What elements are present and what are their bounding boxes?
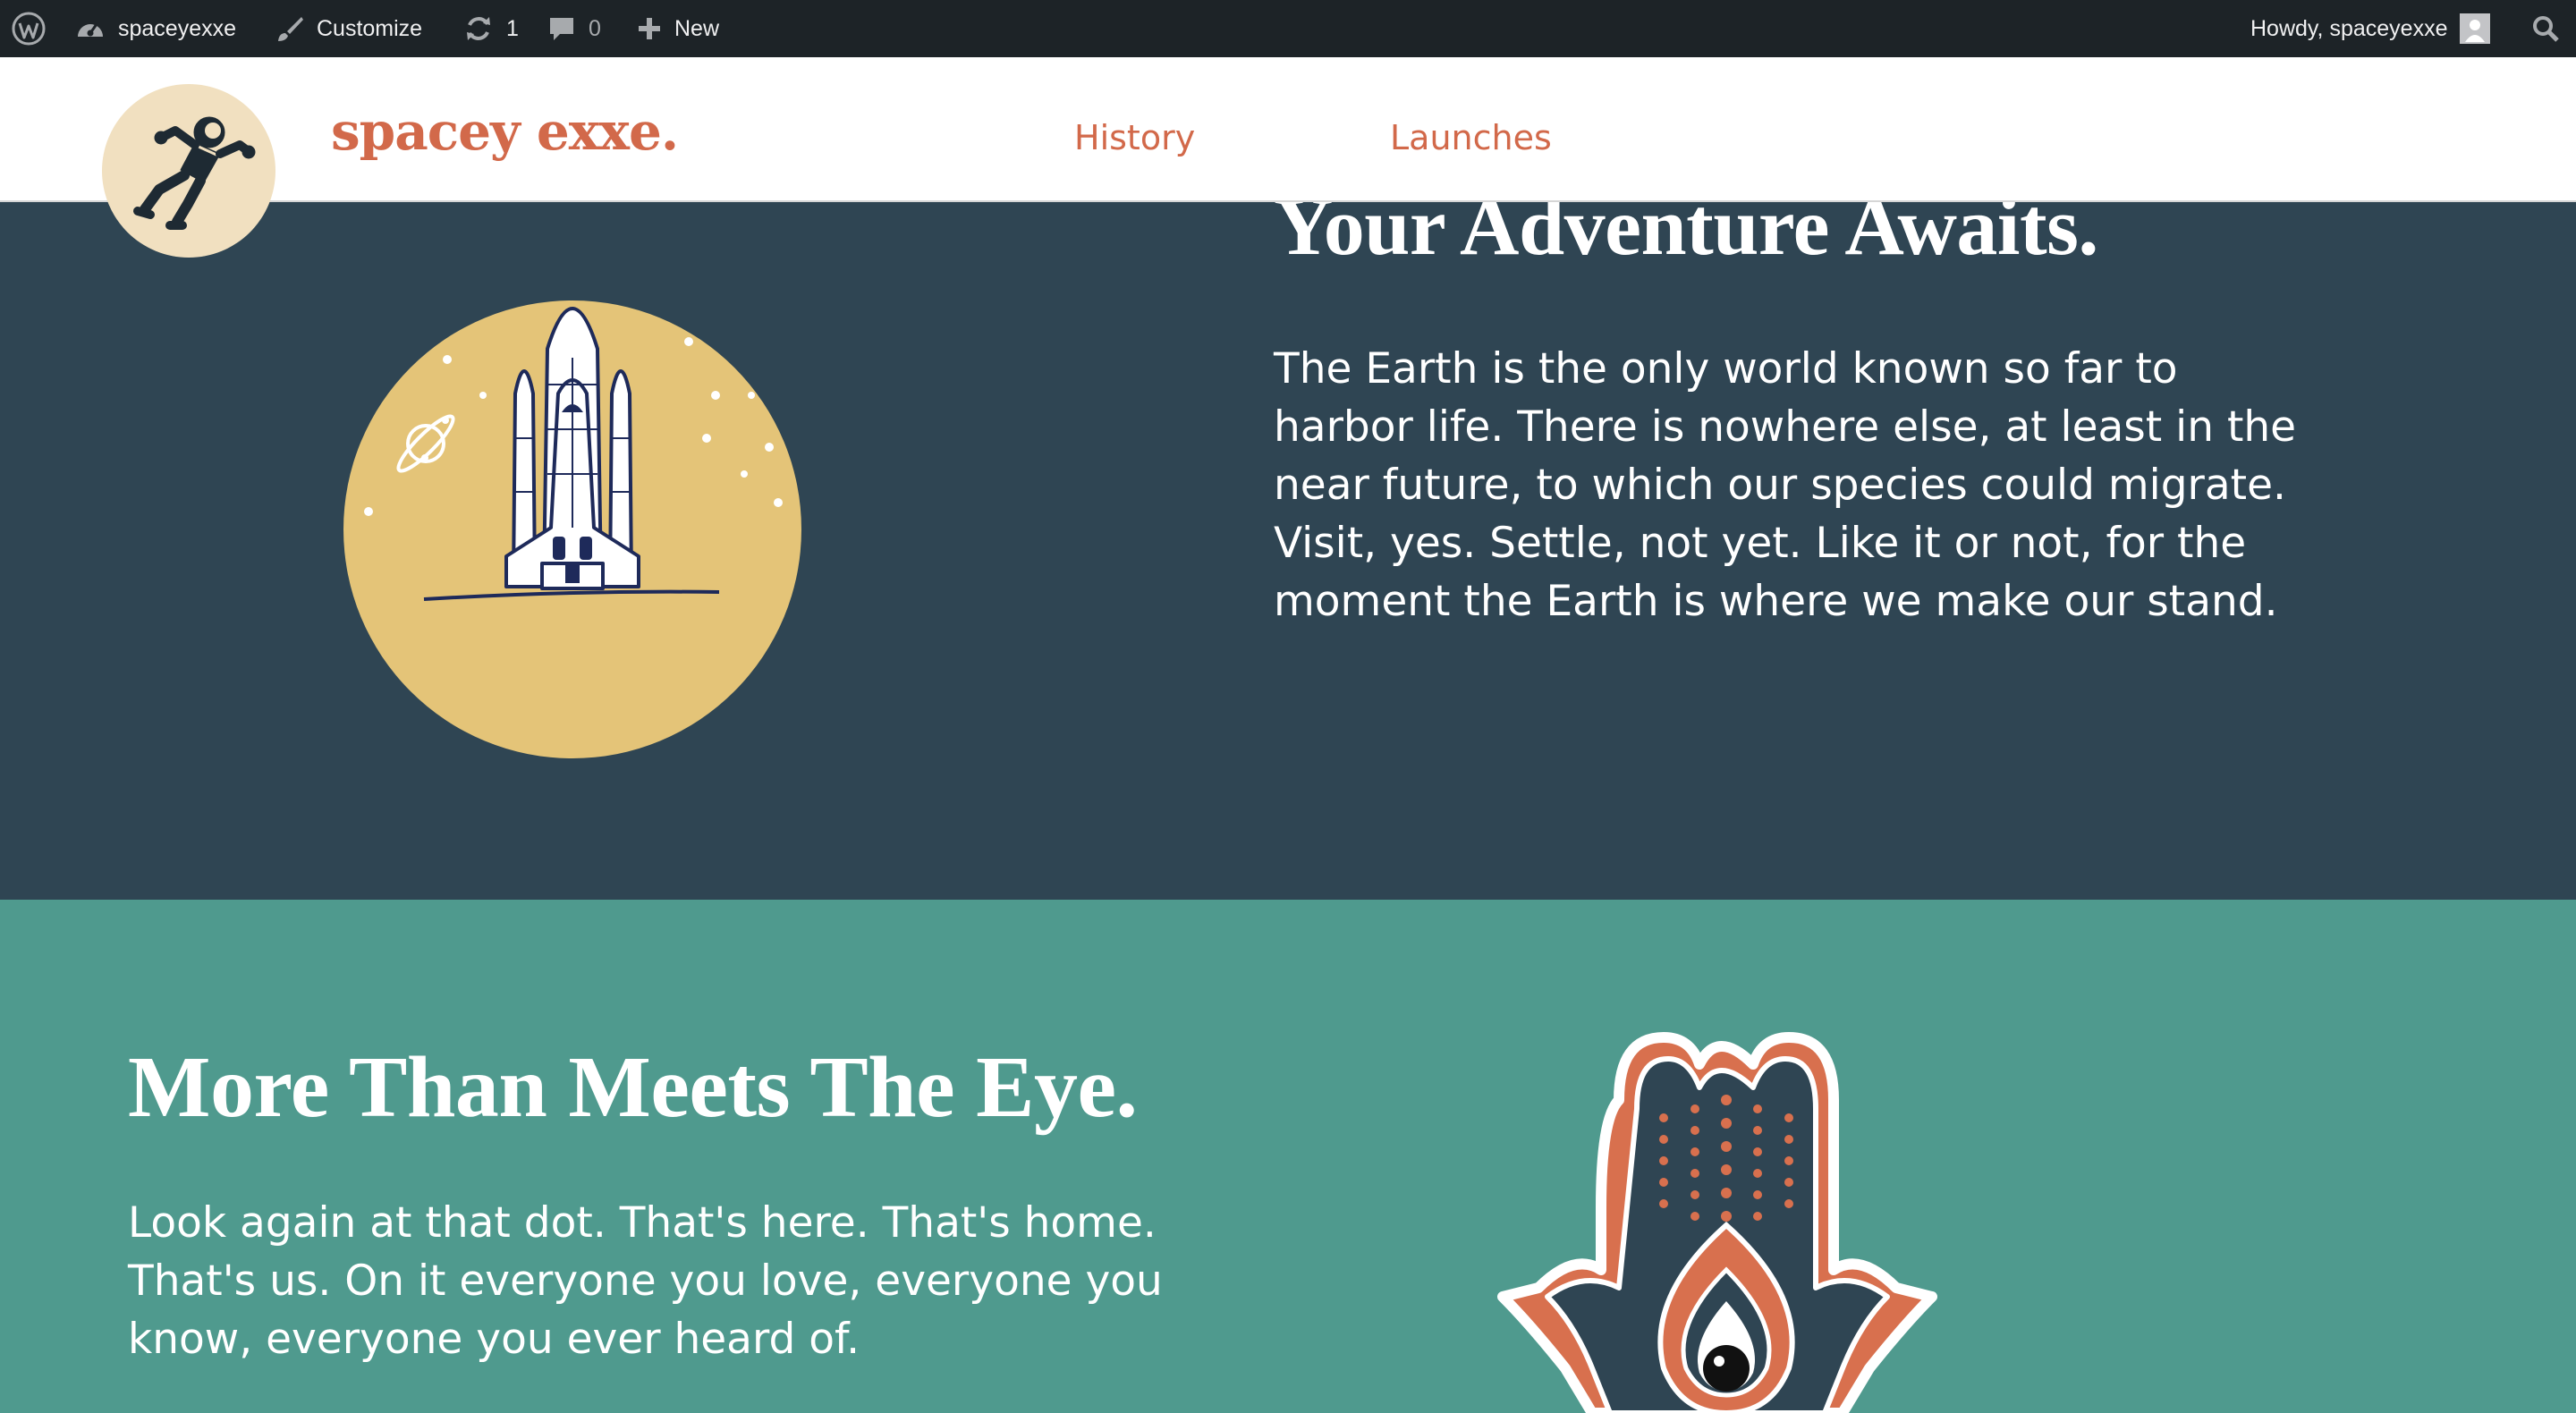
space-shuttle-illustration (343, 300, 801, 758)
astronaut-icon (133, 116, 256, 230)
comments-count: 0 (589, 15, 601, 41)
howdy-label: Howdy, spaceyexxe (2250, 15, 2448, 41)
customize-label: Customize (317, 15, 423, 41)
dashboard-icon (75, 15, 106, 42)
avatar (2460, 13, 2491, 44)
site-name-link[interactable]: spaceyexxe (75, 0, 236, 57)
wordpress-menu[interactable] (11, 0, 47, 57)
wordpress-icon (11, 11, 47, 47)
search-button[interactable] (2531, 0, 2560, 57)
updates-link[interactable]: 1 (463, 0, 519, 57)
admin-bar: spaceyexxe Customize 1 0 New Howdy, spac… (0, 0, 2576, 57)
site-logo[interactable] (102, 84, 275, 258)
updates-count: 1 (506, 15, 519, 41)
section-title: More Than Meets The Eye. (128, 1039, 1138, 1136)
hamsa-illustration (1497, 1032, 1937, 1413)
refresh-icon (463, 13, 494, 44)
new-content-link[interactable]: New (637, 0, 719, 57)
my-account-menu[interactable]: Howdy, spaceyexxe (2250, 0, 2491, 57)
site-header: spacey exxe. History Launches (0, 57, 2576, 202)
site-title[interactable]: spacey exxe. (331, 101, 679, 162)
search-icon (2531, 14, 2560, 43)
comment-icon (547, 14, 576, 43)
brush-icon (275, 14, 304, 43)
section-text: Look again at that dot. That's here. Tha… (128, 1198, 1163, 1364)
nav-link-history[interactable]: History (1074, 118, 1195, 157)
hero-text: The Earth is the only world known so far… (1274, 344, 2297, 626)
new-label: New (674, 15, 720, 41)
plus-icon (637, 16, 662, 41)
comments-link[interactable]: 0 (547, 0, 601, 57)
nav-link-launches[interactable]: Launches (1390, 118, 1552, 157)
customize-link[interactable]: Customize (275, 0, 422, 57)
site-name-label: spaceyexxe (118, 15, 237, 41)
